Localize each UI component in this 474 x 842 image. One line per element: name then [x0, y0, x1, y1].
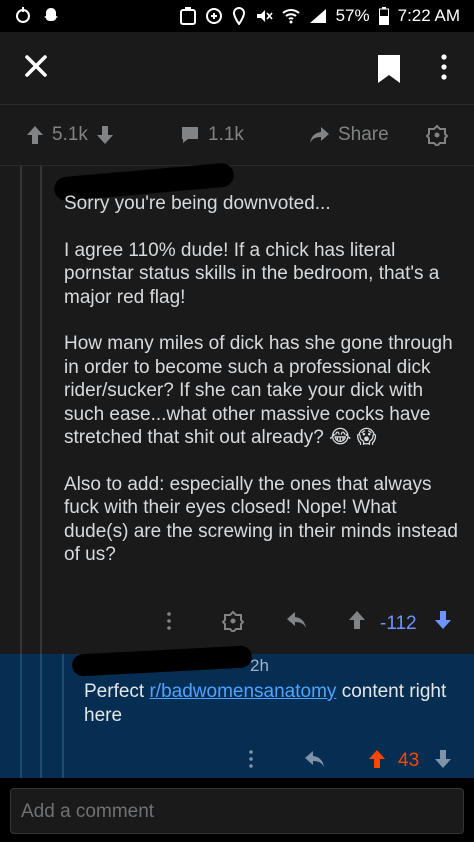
comment-count: 1.1k	[208, 124, 244, 145]
battery-icon	[378, 7, 389, 25]
top-toolbar	[0, 32, 474, 105]
bookmark-icon[interactable]	[376, 54, 402, 84]
reply-reply-icon[interactable]	[304, 749, 326, 775]
reply-text: Perfect	[84, 681, 150, 702]
wifi-icon	[281, 8, 300, 24]
comment-more-icon[interactable]	[162, 610, 176, 636]
comment-paragraph: How many miles of dick has she gone thro…	[64, 333, 453, 448]
snapchat-icon	[42, 6, 60, 24]
thread-line[interactable]	[40, 654, 42, 778]
subreddit-link[interactable]: r/badwomensanatomy	[149, 681, 336, 702]
thread-line[interactable]	[20, 654, 22, 778]
signal-icon	[309, 8, 327, 24]
post-action-bar: 5.1k 1.1k Share	[0, 105, 474, 166]
notification-icon	[14, 6, 32, 24]
reply-score: 43	[398, 750, 420, 771]
comment-award-icon[interactable]	[222, 610, 244, 636]
overflow-menu-icon[interactable]	[432, 52, 456, 82]
reply-age: 2h	[250, 656, 269, 675]
reply-more-icon[interactable]	[244, 748, 258, 774]
share-icon	[308, 125, 330, 145]
post-score: 5.1k	[52, 124, 88, 145]
comment-paragraph: Sorry you're being downvoted...	[64, 193, 331, 214]
comment-reply-icon[interactable]	[286, 610, 308, 636]
comment-downvote-icon[interactable]	[434, 610, 452, 636]
reply-downvote-icon[interactable]	[434, 749, 452, 775]
comment-upvote-icon[interactable]	[348, 610, 366, 636]
comment-paragraph: Also to add: especially the ones that al…	[64, 473, 458, 566]
award-icon[interactable]	[426, 124, 448, 146]
add-comment-input[interactable]: Add a comment	[10, 788, 464, 834]
close-icon[interactable]	[20, 50, 52, 82]
mute-icon	[255, 7, 273, 25]
status-bar: 57% 7:22 AM	[0, 0, 474, 32]
location-icon	[232, 7, 246, 25]
sync-icon	[205, 7, 223, 25]
comment-score: -112	[380, 613, 417, 634]
app-icon	[179, 7, 196, 25]
comment-icon[interactable]	[180, 125, 200, 145]
reply-body: Perfect r/badwomensanatomy content right…	[84, 680, 464, 727]
upvote-icon[interactable]	[26, 125, 44, 145]
reply-upvote-icon[interactable]	[368, 749, 386, 775]
downvote-icon[interactable]	[96, 125, 114, 145]
clock: 7:22 AM	[397, 6, 460, 25]
comment-body: Sorry you're being downvoted... I agree …	[64, 192, 464, 590]
share-label: Share	[338, 124, 389, 145]
comment-paragraph: I agree 110% dude! If a chick has litera…	[64, 239, 440, 308]
battery-label: 57%	[335, 6, 370, 25]
thread-line[interactable]	[62, 654, 64, 778]
share-button[interactable]: Share	[308, 124, 389, 146]
